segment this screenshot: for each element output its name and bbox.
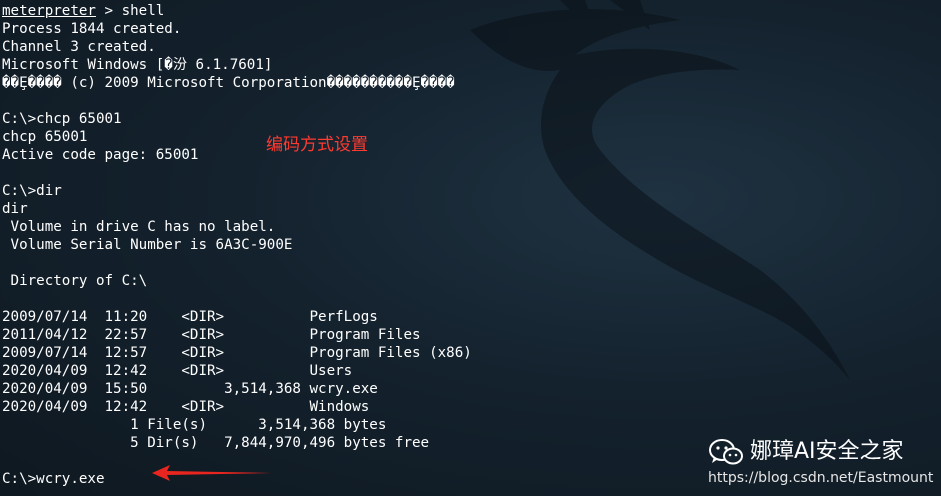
terminal-line: chcp 65001 <box>2 129 88 145</box>
dir-entry-row: 2020/04/09 12:42 <DIR> Users <box>2 363 353 379</box>
dir-summary-line: 5 Dir(s) 7,844,970,496 bytes free <box>2 435 430 451</box>
watermark-url: https://blog.csdn.net/Eastmount <box>708 470 934 486</box>
terminal-line-prompt: meterpreter > shell <box>2 2 472 20</box>
wechat-icon <box>709 439 743 465</box>
dir-entry-row: 2011/04/12 22:57 <DIR> Program Files <box>2 327 421 343</box>
annotation-label: 编码方式设置 <box>266 135 368 155</box>
terminal-output: meterpreter > shell Process 1844 created… <box>2 2 472 488</box>
watermark: 娜璋AI安全之家 https://blog.csdn.net/Eastmount <box>708 438 938 488</box>
terminal-line: Volume Serial Number is 6A3C-900E <box>2 237 293 253</box>
meterpreter-prompt: meterpreter <box>2 3 96 19</box>
red-arrow-icon <box>152 465 272 481</box>
terminal-line: ��Ȩ���� (c) 2009 Microsoft Corporation��… <box>2 75 455 91</box>
dir-summary-line: 1 File(s) 3,514,368 bytes <box>2 417 387 433</box>
dir-entry-row: 2009/07/14 12:57 <DIR> Program Files (x8… <box>2 345 472 361</box>
dir-entry-row: 2020/04/09 12:42 <DIR> Windows <box>2 399 370 415</box>
terminal-line: C:\>chcp 65001 <box>2 111 122 127</box>
dir-entry-row: 2009/07/14 11:20 <DIR> PerfLogs <box>2 309 378 325</box>
terminal-line: Microsoft Windows [�汾 6.1.7601] <box>2 57 273 73</box>
shell-command: > shell <box>95 3 165 19</box>
terminal-line: Channel 3 created. <box>2 39 156 55</box>
terminal-line: dir <box>2 201 28 217</box>
terminal-line: Active code page: 65001 <box>2 147 199 163</box>
terminal-line: Process 1844 created. <box>2 21 182 37</box>
dir-entry-row: 2020/04/09 15:50 3,514,368 wcry.exe <box>2 381 378 397</box>
terminal-line: C:\>dir <box>2 183 62 199</box>
watermark-name: 娜璋AI安全之家 <box>750 439 904 464</box>
terminal-line: Directory of C:\ <box>2 273 148 289</box>
terminal-window[interactable]: meterpreter > shell Process 1844 created… <box>0 0 941 496</box>
terminal-line: Volume in drive C has no label. <box>2 219 276 235</box>
